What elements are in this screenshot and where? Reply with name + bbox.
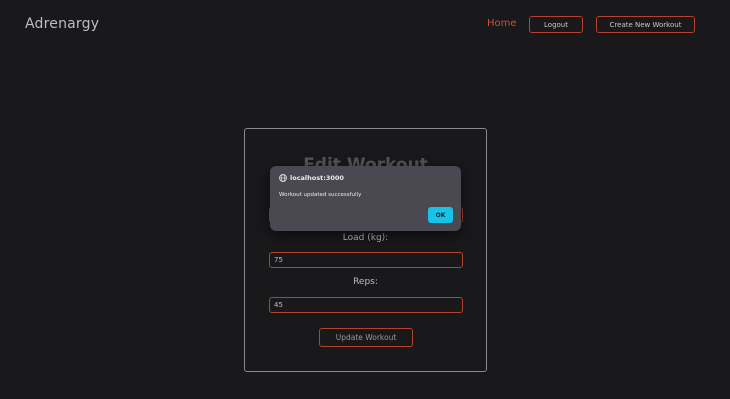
globe-icon xyxy=(279,174,287,182)
nav-home-link[interactable]: Home xyxy=(487,18,517,29)
reps-input[interactable]: 45 xyxy=(269,297,463,313)
load-input[interactable]: 75 xyxy=(269,252,463,268)
edit-workout-card: Edit Workout Load (kg): 75 Reps: 45 Upda… xyxy=(244,128,487,372)
create-workout-button[interactable]: Create New Workout xyxy=(596,16,695,33)
ok-button[interactable]: OK xyxy=(428,207,453,223)
logout-button[interactable]: Logout xyxy=(529,16,583,33)
alert-dialog: localhost:3000 Workout updated successfu… xyxy=(270,166,461,231)
update-workout-button[interactable]: Update Workout xyxy=(319,328,413,347)
dialog-origin: localhost:3000 xyxy=(290,174,344,182)
load-label: Load (kg): xyxy=(342,233,389,243)
reps-label: Reps: xyxy=(353,277,378,287)
brand-logo[interactable]: Adrenargy xyxy=(25,16,99,32)
dialog-message: Workout updated successfully xyxy=(279,192,362,198)
